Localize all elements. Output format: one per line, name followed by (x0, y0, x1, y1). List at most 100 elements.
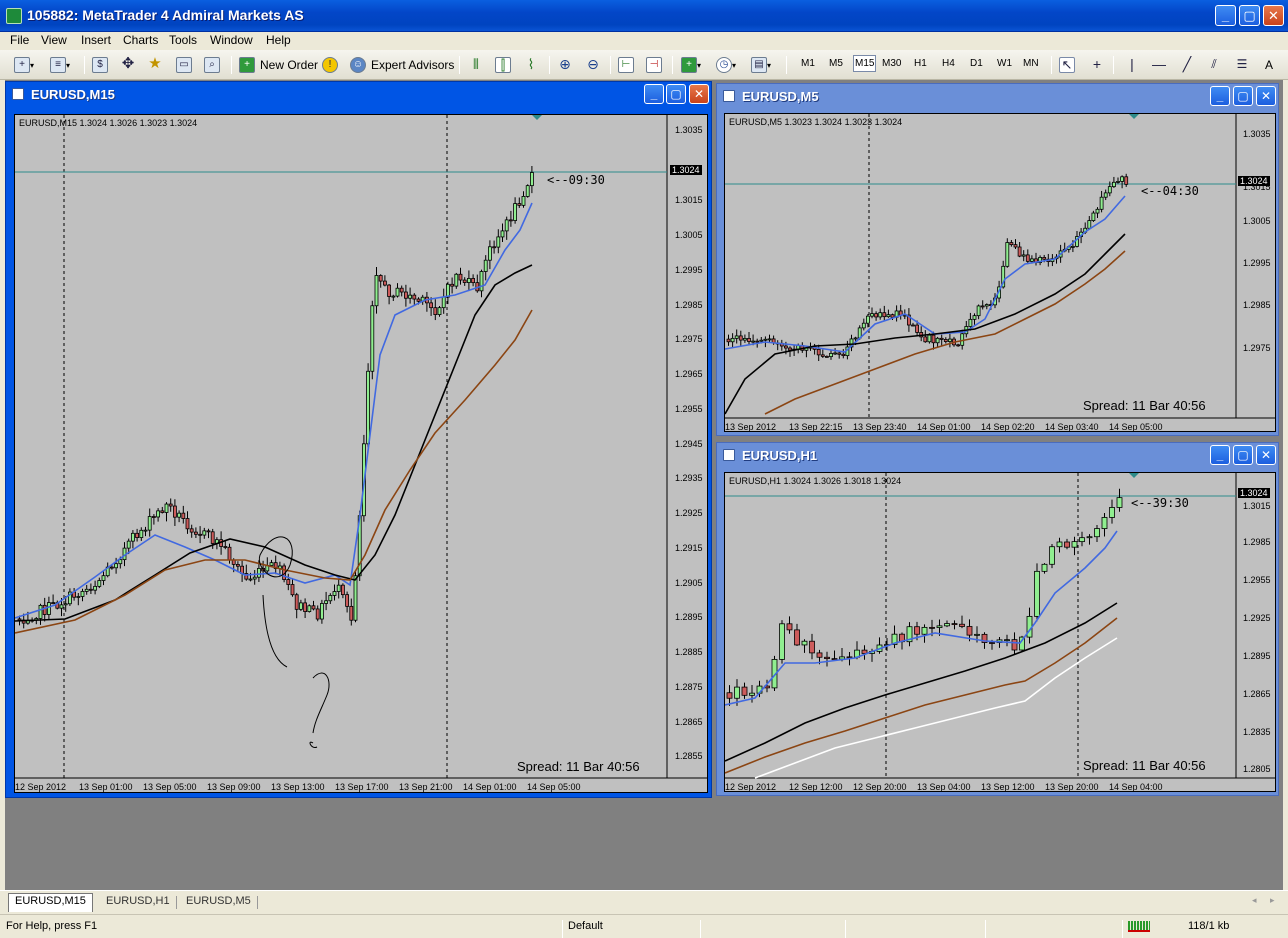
chart-maximize-button[interactable]: ▢ (1233, 86, 1253, 106)
navigator-icon[interactable]: ★ (147, 56, 163, 73)
alert-icon[interactable]: ! (322, 57, 338, 73)
price-tick: 1.2935 (675, 473, 703, 483)
price-tick: 1.2905 (675, 578, 703, 588)
crosshair-icon[interactable]: + (1089, 57, 1105, 73)
status-traffic: 118/1 kb (1188, 920, 1230, 932)
chart-window-h1[interactable]: EURUSD,H1 _ ▢ ✕ EURUSD,H1 1.3024 1.3026 … (716, 442, 1279, 796)
text-tool[interactable]: A (1265, 55, 1273, 75)
terminal-icon[interactable]: ▭ (176, 57, 192, 73)
menu-tools[interactable]: Tools (169, 33, 197, 47)
timeframe-mn[interactable]: MN (1023, 58, 1039, 69)
chart-close-button[interactable]: ✕ (689, 84, 709, 104)
chart-maximize-button[interactable]: ▢ (666, 84, 686, 104)
time-tick: 13 Sep 23:40 (853, 422, 907, 432)
chart-close-button[interactable]: ✕ (1256, 445, 1276, 465)
title-bar: 105882: MetaTrader 4 Admiral Markets AS … (0, 0, 1288, 32)
trendline-icon[interactable]: ╱ (1179, 57, 1195, 73)
chart-shift-icon[interactable]: ⊢ (618, 57, 634, 73)
timeframe-m5[interactable]: M5 (829, 58, 843, 69)
chart-canvas-m15[interactable]: EURUSD,M15 1.3024 1.3026 1.3023 1.3024 <… (14, 114, 708, 793)
candlestick-icon[interactable]: ⫿ (495, 57, 511, 73)
price-tick: 1.3015 (1243, 501, 1271, 511)
menu-help[interactable]: Help (266, 33, 291, 47)
timeframe-m15[interactable]: M15 (853, 55, 877, 72)
timeframe-h1[interactable]: H1 (914, 58, 927, 69)
chart-window-m15[interactable]: EURUSD,M15 _ ▢ ✕ EURUSD,M15 1.3024 1.302… (5, 81, 712, 798)
tab-scroll-right-icon[interactable]: ▸ (1270, 895, 1275, 906)
price-tick: 1.3005 (1243, 216, 1271, 226)
timeframe-m1[interactable]: M1 (801, 58, 815, 69)
chart-minimize-button[interactable]: _ (1210, 86, 1230, 106)
chart-minimize-button[interactable]: _ (1210, 445, 1230, 465)
price-tick: 1.2945 (675, 439, 703, 449)
chart-maximize-button[interactable]: ▢ (1233, 445, 1253, 465)
time-tick: 13 Sep 13:00 (271, 782, 325, 792)
new-chart-icon[interactable]: + (14, 57, 30, 73)
ohlc-readout: EURUSD,M5 1.3023 1.3024 1.3023 1.3024 (729, 117, 903, 127)
ohlc-readout: EURUSD,H1 1.3024 1.3026 1.3018 1.3024 (729, 476, 902, 486)
chart-tabs: EURUSD,M15 EURUSD,H1 EURUSD,M5 ◂ ▸ (0, 890, 1288, 912)
tab-scroll-left-icon[interactable]: ◂ (1252, 895, 1257, 906)
maximize-button[interactable]: ▢ (1239, 5, 1260, 26)
chart-canvas-h1[interactable]: EURUSD,H1 1.3024 1.3026 1.3018 1.3024 <-… (724, 472, 1276, 792)
expert-advisors-button[interactable]: ☺ Expert Advisors (350, 55, 454, 75)
cursor-icon[interactable]: ↖ (1059, 57, 1075, 73)
timeframe-w1[interactable]: W1 (997, 58, 1012, 69)
fibonacci-icon[interactable]: ☰ (1234, 57, 1250, 73)
periods-icon[interactable]: ◷ (716, 57, 732, 73)
market-watch-icon[interactable]: $ (92, 57, 108, 73)
chart-close-button[interactable]: ✕ (1256, 86, 1276, 106)
minimize-button[interactable]: _ (1215, 5, 1236, 26)
chart-area: EURUSD,M15 _ ▢ ✕ EURUSD,M15 1.3024 1.302… (5, 80, 1283, 890)
strategy-tester-icon[interactable]: ⌕ (204, 57, 220, 73)
menu-view[interactable]: View (41, 33, 67, 47)
time-tick: 14 Sep 01:00 (917, 422, 971, 432)
menu-charts[interactable]: Charts (123, 33, 158, 47)
bar-chart-icon[interactable]: ⫴ (468, 57, 484, 73)
close-button[interactable]: ✕ (1263, 5, 1284, 26)
time-tick: 12 Sep 2012 (15, 782, 67, 792)
zoom-out-icon[interactable]: ⊖ (585, 57, 601, 73)
price-tick: 1.2965 (675, 369, 703, 379)
price-tick: 1.2985 (1243, 300, 1271, 310)
timeframe-d1[interactable]: D1 (970, 58, 983, 69)
price-tick: 1.2865 (675, 717, 703, 727)
new-order-icon: + (239, 57, 255, 73)
line-chart-icon[interactable]: ⌇ (523, 57, 539, 73)
tab-eurusd-m5[interactable]: EURUSD,M5 (180, 894, 257, 911)
current-price-label: 1.3024 (1238, 488, 1270, 498)
time-tick: 14 Sep 05:00 (527, 782, 581, 792)
new-order-button[interactable]: + New Order (239, 55, 318, 75)
chart-window-title: EURUSD,M5 (742, 89, 819, 104)
price-tick: 1.2985 (1243, 537, 1271, 547)
menu-file[interactable]: File (10, 33, 29, 47)
chart-minimize-button[interactable]: _ (644, 84, 664, 104)
menu-window[interactable]: Window (210, 33, 253, 47)
vertical-line-icon[interactable]: | (1124, 57, 1140, 73)
templates-icon[interactable]: ▤ (751, 57, 767, 73)
price-tick: 1.3015 (675, 195, 703, 205)
tab-eurusd-h1[interactable]: EURUSD,H1 (100, 894, 176, 911)
auto-scroll-icon[interactable]: ⊣ (646, 57, 662, 73)
chart-window-title-bar: EURUSD,H1 _ ▢ ✕ (717, 443, 1278, 467)
profiles-icon[interactable]: ≡ (50, 57, 66, 73)
timeframe-m30[interactable]: M30 (882, 58, 901, 69)
status-bar: For Help, press F1 Default 118/1 kb (0, 914, 1288, 938)
expert-advisors-icon: ☺ (350, 57, 366, 73)
time-tick: 14 Sep 03:40 (1045, 422, 1099, 432)
indicators-icon[interactable]: + (681, 57, 697, 73)
time-tick: 13 Sep 2012 (725, 422, 777, 432)
equidistant-channel-icon[interactable]: ⫽ (1206, 57, 1222, 73)
zoom-in-icon[interactable]: ⊕ (557, 57, 573, 73)
chart-window-icon (12, 88, 24, 100)
price-tick: 1.2925 (675, 508, 703, 518)
horizontal-line-icon[interactable]: — (1151, 57, 1167, 73)
tab-eurusd-m15[interactable]: EURUSD,M15 (8, 893, 93, 912)
time-tick: 13 Sep 04:00 (917, 782, 971, 792)
menu-insert[interactable]: Insert (81, 33, 111, 47)
crosshair-data-window-icon[interactable]: ✥ (120, 56, 136, 73)
chart-window-m5[interactable]: EURUSD,M5 _ ▢ ✕ EURUSD,M5 1.3023 1.3024 … (716, 83, 1279, 436)
timeframe-h4[interactable]: H4 (942, 58, 955, 69)
chart-canvas-m5[interactable]: EURUSD,M5 1.3023 1.3024 1.3023 1.3024 <-… (724, 113, 1276, 432)
chart-window-icon (723, 90, 735, 102)
